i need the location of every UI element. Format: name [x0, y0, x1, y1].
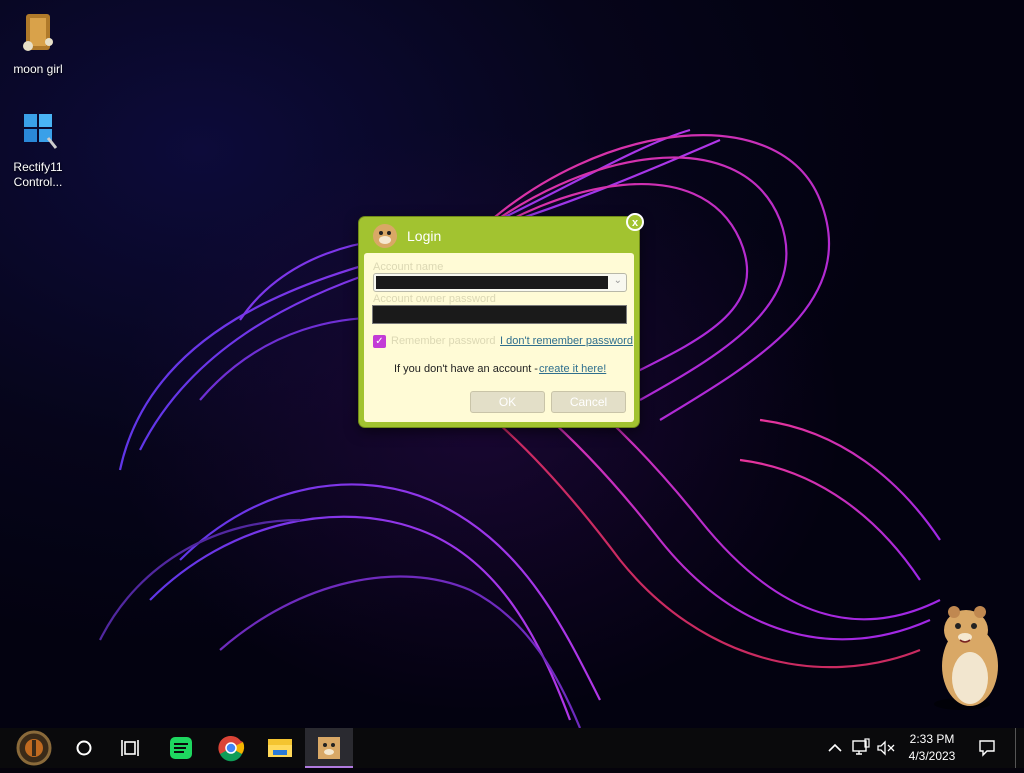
- taskbar-active-app[interactable]: [305, 728, 353, 768]
- password-field[interactable]: [372, 305, 627, 324]
- dialog-title: Login: [407, 228, 442, 244]
- spotify-icon[interactable]: [157, 728, 205, 768]
- task-view-icon[interactable]: [107, 728, 155, 768]
- account-name-combobox[interactable]: ⌄: [373, 273, 627, 292]
- password-label: Account owner password: [373, 293, 496, 305]
- dialog-body: Account name ⌄ Account owner password ✓ …: [364, 253, 634, 422]
- windows-logo-icon: [24, 114, 58, 149]
- remember-password-label[interactable]: Remember password: [391, 335, 496, 347]
- account-name-label: Account name: [373, 261, 444, 273]
- cancel-button[interactable]: Cancel: [551, 391, 626, 413]
- ok-button[interactable]: OK: [470, 391, 545, 413]
- show-desktop-divider[interactable]: [1015, 728, 1016, 768]
- volume-muted-icon[interactable]: [876, 739, 896, 757]
- clock-time: 2:33 PM: [909, 732, 955, 746]
- chrome-icon[interactable]: [207, 728, 255, 768]
- hamster-logo-icon: [373, 224, 397, 248]
- network-icon[interactable]: [851, 738, 871, 758]
- desktop-icon-moon-girl[interactable]: moon girl: [2, 10, 74, 77]
- hamster-pet[interactable]: [918, 604, 1008, 712]
- create-account-link[interactable]: create it here!: [539, 363, 606, 375]
- account-name-value: [376, 276, 608, 289]
- clock-date: 4/3/2023: [908, 749, 956, 763]
- forgot-password-link[interactable]: I don't remember password: [500, 335, 633, 347]
- desktop-icon-label-line2: Control...: [13, 175, 63, 189]
- bag-icon: [23, 14, 53, 51]
- desktop-icon-label-line1: Rectify11: [13, 160, 63, 174]
- file-explorer-icon[interactable]: [256, 728, 304, 768]
- start-orb-icon[interactable]: [8, 728, 56, 768]
- hamster-app-icon: [318, 737, 340, 759]
- no-account-text: If you don't have an account -: [394, 363, 538, 375]
- desktop-icon-rectify11[interactable]: Rectify11 Control...: [2, 108, 74, 190]
- desktop-icon-label: moon girl: [13, 62, 63, 76]
- clock[interactable]: 2:33 PM 4/3/2023: [902, 731, 962, 765]
- action-center-icon[interactable]: [978, 739, 996, 757]
- remember-checkbox[interactable]: ✓: [373, 335, 386, 348]
- chevron-down-icon[interactable]: ⌄: [614, 275, 622, 286]
- cortana-icon[interactable]: [60, 728, 108, 768]
- chevron-up-icon[interactable]: [826, 740, 844, 756]
- taskbar: 2:33 PM 4/3/2023: [0, 728, 1024, 768]
- close-button[interactable]: x: [626, 213, 644, 231]
- desktop: moon girl Rectify11 Control... Login x A…: [0, 0, 1024, 728]
- login-dialog: Login x Account name ⌄ Account owner pas…: [359, 213, 644, 427]
